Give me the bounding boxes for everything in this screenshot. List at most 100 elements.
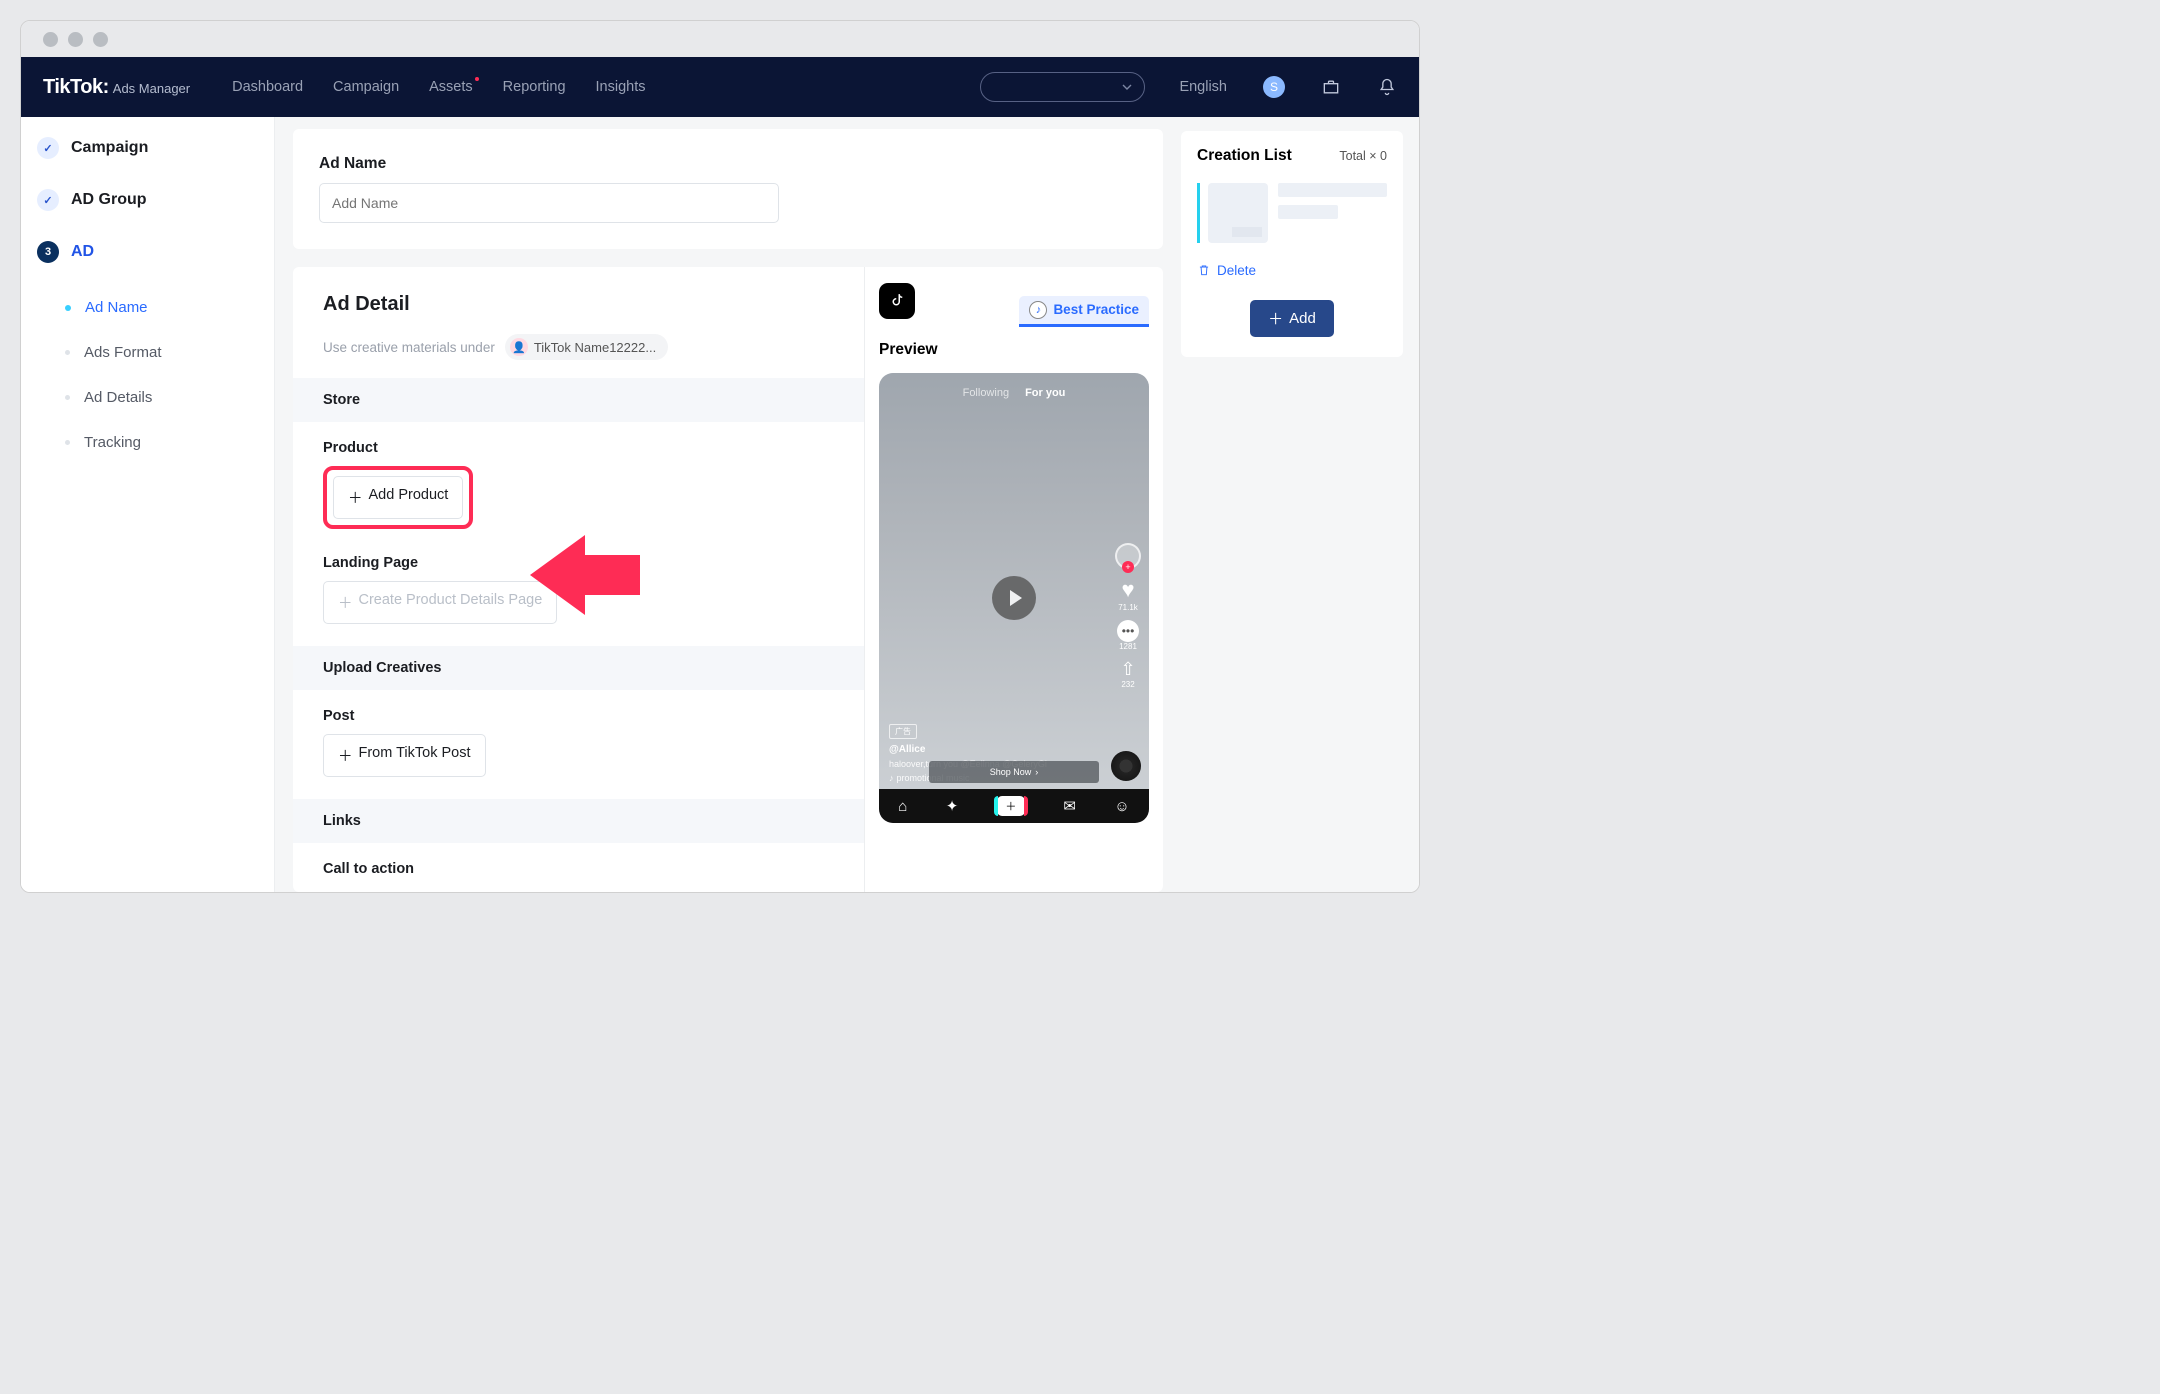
creation-item[interactable] — [1197, 183, 1387, 243]
preview-column: ♪ Best Practice Preview Following For yo… — [865, 267, 1163, 892]
bullet-icon — [65, 395, 70, 400]
like-count: 71.1k — [1118, 603, 1138, 612]
substep-tracking[interactable]: Tracking — [47, 420, 258, 465]
preview-top: ♪ Best Practice — [879, 283, 1149, 319]
identity-prefix: Use creative materials under — [323, 340, 495, 355]
button-label: Create Product Details Page — [359, 592, 543, 613]
preview-username: @Allice — [889, 744, 925, 755]
step-number-badge: 3 — [37, 241, 59, 263]
window-dot — [93, 32, 108, 47]
nav-campaign[interactable]: Campaign — [333, 79, 399, 95]
total-label: Total — [1339, 149, 1365, 163]
ad-detail-title: Ad Detail — [323, 293, 834, 316]
share-icon: ⇧ — [1120, 659, 1135, 680]
delete-label: Delete — [1217, 263, 1256, 278]
inbox-icon: ✉ — [1063, 797, 1076, 815]
profile-icon: ☺ — [1114, 798, 1129, 815]
brand-logo: TikTok: — [43, 76, 109, 99]
main-column: Ad Name Ad Detail Use creative materials… — [275, 117, 1181, 892]
nav-reporting[interactable]: Reporting — [503, 79, 566, 95]
chevron-down-icon — [1122, 82, 1132, 92]
substep-ad-name[interactable]: Ad Name — [47, 285, 258, 330]
bullet-icon — [65, 440, 70, 445]
window-dot — [43, 32, 58, 47]
thumbnail-placeholder — [1208, 183, 1268, 243]
creation-title: Creation List — [1197, 147, 1292, 165]
plus-icon: ＋ — [338, 745, 353, 766]
brand-subtitle: Ads Manager — [113, 81, 190, 96]
music-note-icon: ♪ — [889, 773, 894, 783]
step-campaign[interactable]: ✓ Campaign — [37, 137, 258, 159]
placeholder-line — [1278, 205, 1338, 219]
ad-name-label: Ad Name — [319, 155, 1137, 173]
button-label: From TikTok Post — [359, 745, 471, 766]
total-value: × 0 — [1369, 149, 1387, 163]
nav-insights[interactable]: Insights — [596, 79, 646, 95]
language-selector[interactable]: English — [1179, 79, 1227, 95]
browser-titlebar — [21, 21, 1419, 57]
like-action: ♥71.1k — [1118, 577, 1138, 612]
from-tiktok-post-button[interactable]: ＋ From TikTok Post — [323, 734, 486, 777]
plus-icon: ＋ — [338, 592, 353, 613]
bell-icon[interactable] — [1377, 77, 1397, 97]
preview-feed-tabs: Following For you — [879, 373, 1149, 399]
step-ad[interactable]: 3 AD — [37, 241, 258, 263]
nav-dashboard[interactable]: Dashboard — [232, 79, 303, 95]
creator-avatar-icon: + — [1115, 543, 1141, 569]
wizard-sidebar: ✓ Campaign ✓ AD Group 3 AD Ad Name Ads F… — [21, 117, 275, 892]
create-icon: ＋ — [997, 796, 1025, 816]
ad-name-input[interactable] — [319, 183, 779, 223]
ad-name-card: Ad Name — [293, 129, 1163, 249]
bullet-icon — [65, 350, 70, 355]
comment-count: 1281 — [1119, 642, 1137, 651]
delete-link[interactable]: Delete — [1197, 263, 1387, 278]
step-adgroup[interactable]: ✓ AD Group — [37, 189, 258, 211]
follow-plus-icon: + — [1122, 561, 1134, 573]
create-landing-page-button[interactable]: ＋ Create Product Details Page — [323, 581, 557, 624]
user-avatar[interactable]: S — [1263, 76, 1285, 98]
substep-label: Ad Details — [84, 389, 152, 406]
brand: TikTok: Ads Manager — [43, 76, 190, 99]
cta-body: Call to action — [293, 843, 864, 892]
share-count: 232 — [1121, 680, 1134, 689]
add-label: Add — [1289, 310, 1316, 327]
nav-label: Campaign — [333, 79, 399, 95]
play-icon — [992, 576, 1036, 620]
add-product-button[interactable]: ＋ Add Product — [333, 476, 463, 519]
cta-label: Call to action — [323, 861, 834, 877]
nav-label: Insights — [596, 79, 646, 95]
right-column: Creation List Total × 0 Delete — [1181, 117, 1419, 892]
nav-label: Reporting — [503, 79, 566, 95]
step-label: AD — [71, 243, 94, 261]
store-heading: Store — [293, 378, 864, 422]
identity-row: Use creative materials under 👤 TikTok Na… — [323, 334, 834, 360]
plus-icon: ＋ — [348, 487, 363, 508]
substep-ad-details[interactable]: Ad Details — [47, 375, 258, 420]
plus-icon: ＋ — [1268, 308, 1283, 329]
phone-preview: Following For you + ♥71.1k •••1281 ⇧232 … — [879, 373, 1149, 823]
substep-ads-format[interactable]: Ads Format — [47, 330, 258, 375]
ad-tag: 广告 — [889, 724, 917, 739]
add-button[interactable]: ＋ Add — [1250, 300, 1334, 337]
content-area: ✓ Campaign ✓ AD Group 3 AD Ad Name Ads F… — [21, 117, 1419, 892]
for-you-tab: For you — [1025, 387, 1065, 399]
nav-assets[interactable]: Assets — [429, 79, 473, 95]
substep-label: Ads Format — [84, 344, 162, 361]
post-label: Post — [323, 708, 834, 724]
side-actions: + ♥71.1k •••1281 ⇧232 — [1115, 543, 1141, 689]
briefcase-icon[interactable] — [1321, 77, 1341, 97]
comment-icon: ••• — [1117, 620, 1139, 642]
browser-window: TikTok: Ads Manager Dashboard Campaign A… — [20, 20, 1420, 893]
disc-icon — [1111, 751, 1141, 781]
nav-links: Dashboard Campaign Assets Reporting Insi… — [232, 79, 645, 95]
best-practice-tab[interactable]: ♪ Best Practice — [1019, 296, 1149, 327]
comment-action: •••1281 — [1117, 620, 1139, 651]
nav-label: Assets — [429, 79, 473, 95]
chevron-right-icon: › — [1035, 767, 1038, 777]
account-selector[interactable] — [980, 72, 1145, 102]
check-icon: ✓ — [37, 137, 59, 159]
identity-chip[interactable]: 👤 TikTok Name12222... — [505, 334, 668, 360]
ad-detail-card: Ad Detail Use creative materials under 👤… — [293, 267, 1163, 892]
bullet-icon — [65, 305, 71, 311]
substep-label: Ad Name — [85, 299, 148, 316]
